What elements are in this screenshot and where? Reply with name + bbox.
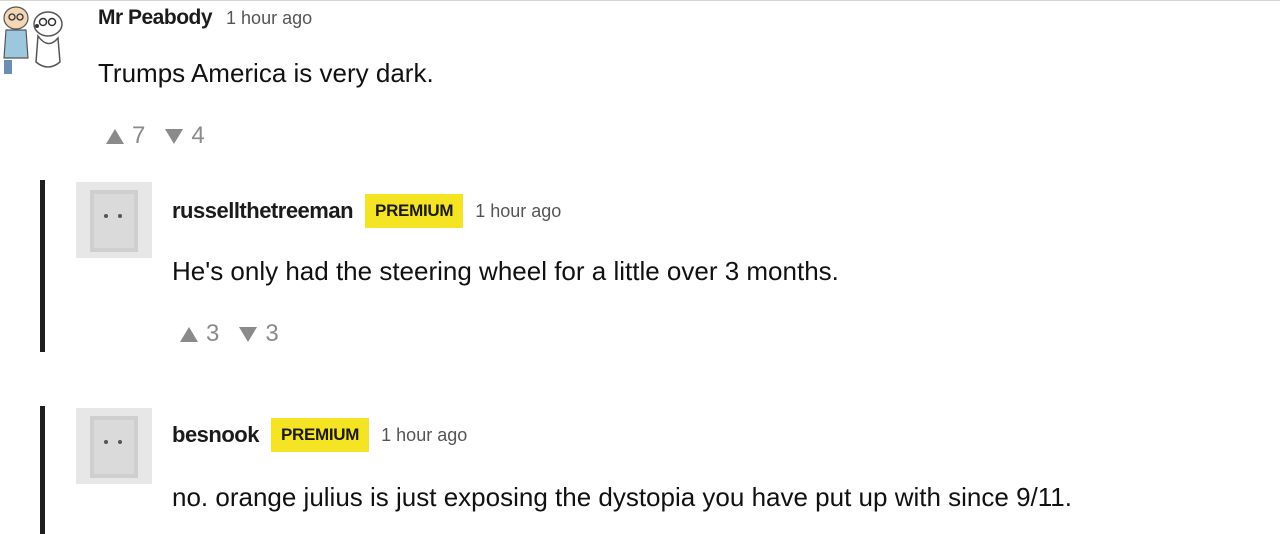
upvote-count: 7 [132, 122, 146, 149]
paper-bag-avatar-icon [90, 190, 138, 252]
comment-header: besnook PREMIUM 1 hour ago [172, 418, 467, 452]
reply-thread-bar [40, 180, 45, 352]
comment-text: no. orange julius is just exposing the d… [172, 482, 1072, 512]
upvote-button[interactable]: 3 [180, 320, 219, 348]
comment-header: Mr Peabody 1 hour ago [98, 6, 312, 36]
username-link[interactable]: Mr Peabody [98, 6, 213, 30]
downvote-button[interactable]: 3 [239, 320, 279, 348]
username-link[interactable]: besnook [172, 422, 259, 448]
downvote-icon [165, 128, 184, 144]
downvote-icon [239, 326, 258, 342]
premium-badge: PREMIUM [365, 194, 464, 228]
timestamp[interactable]: 1 hour ago [226, 8, 312, 29]
avatar[interactable] [0, 2, 80, 82]
comment-header: russellthetreeman PREMIUM 1 hour ago [172, 194, 561, 228]
timestamp[interactable]: 1 hour ago [475, 201, 561, 222]
upvote-button[interactable]: 7 [106, 122, 145, 150]
vote-controls: 7 4 [106, 122, 205, 150]
top-divider [0, 0, 1280, 1]
reply-thread-bar [40, 406, 45, 534]
downvote-button[interactable]: 4 [165, 122, 205, 150]
comment-text: He's only had the steering wheel for a l… [172, 256, 839, 286]
premium-badge: PREMIUM [270, 418, 370, 452]
username-link[interactable]: russellthetreeman [172, 198, 354, 224]
downvote-count: 3 [265, 320, 279, 347]
vote-controls: 3 3 [180, 320, 279, 348]
comment-text: Trumps America is very dark. [98, 58, 434, 88]
cartoon-avatar-icon [3, 6, 63, 74]
upvote-count: 3 [206, 320, 220, 347]
avatar[interactable] [76, 182, 152, 258]
paper-bag-avatar-icon [90, 416, 138, 478]
downvote-count: 4 [191, 122, 205, 149]
upvote-icon [106, 128, 124, 144]
avatar[interactable] [76, 408, 152, 484]
upvote-icon [180, 326, 198, 342]
timestamp[interactable]: 1 hour ago [381, 425, 467, 446]
